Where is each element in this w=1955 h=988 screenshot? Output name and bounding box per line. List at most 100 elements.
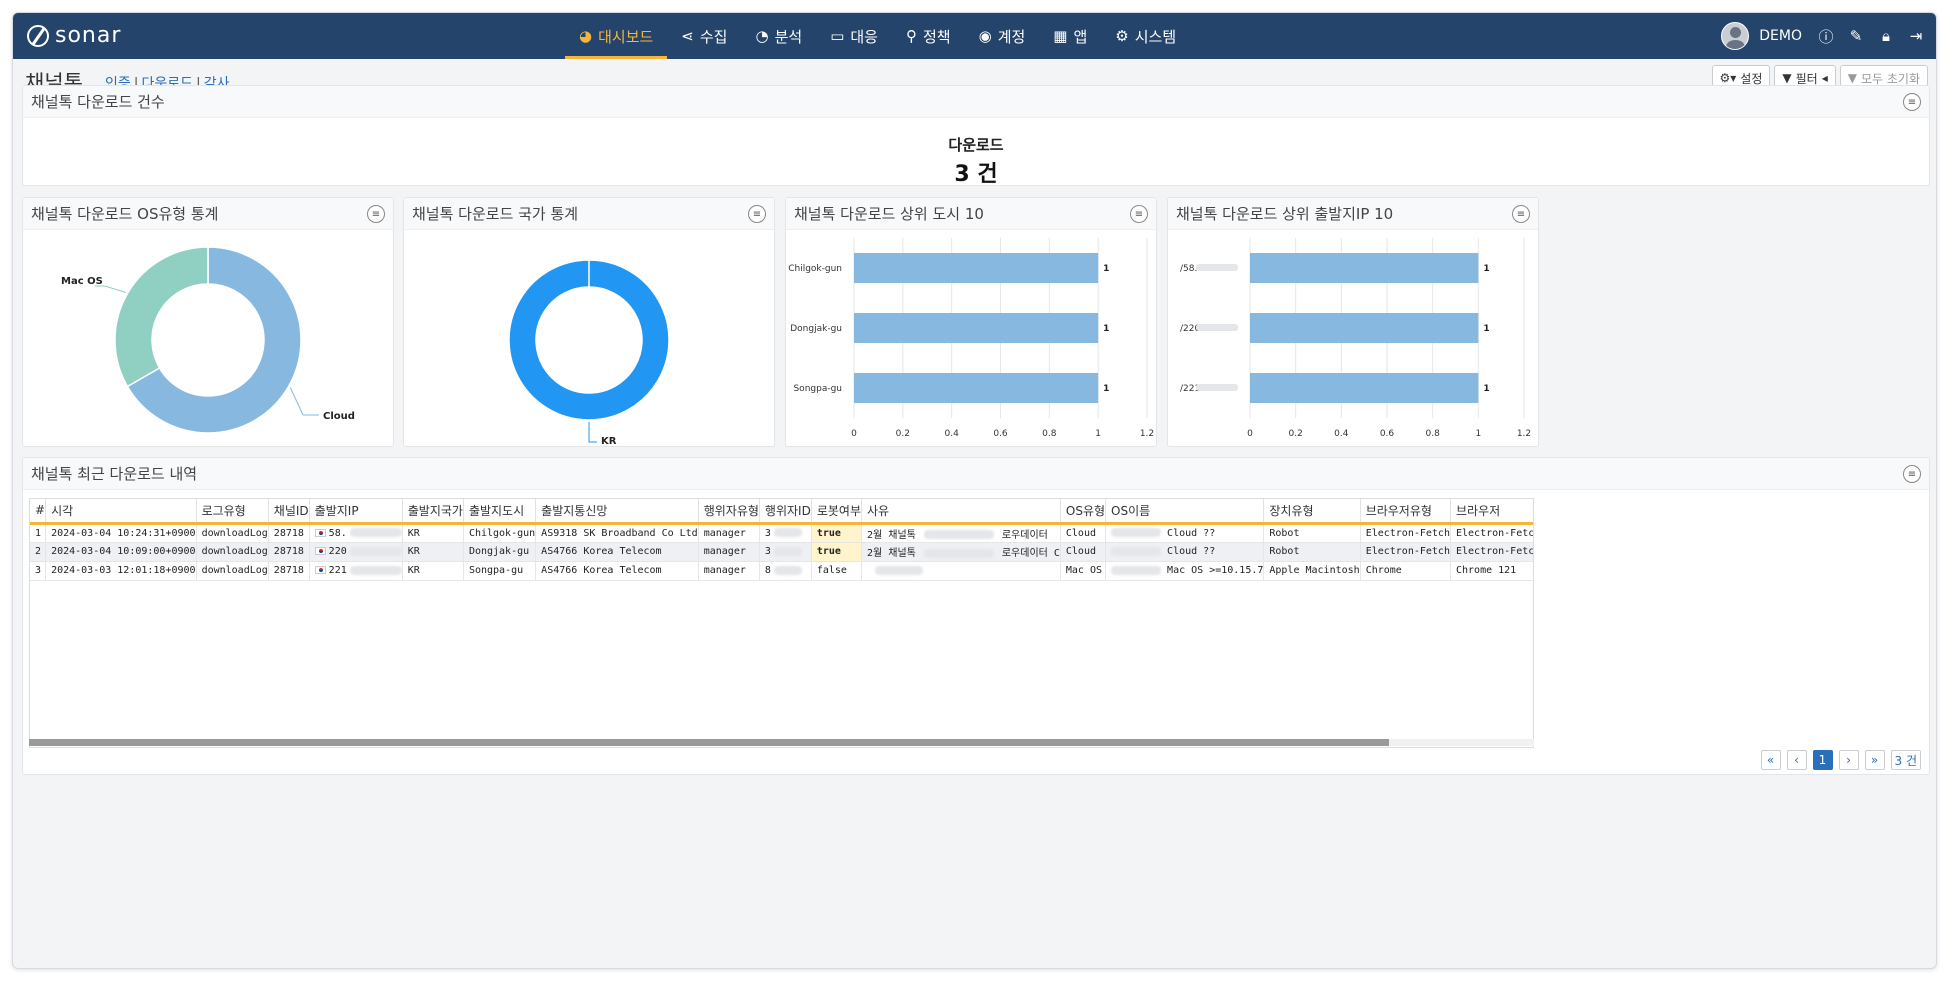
nav-item-4[interactable]: ⚲ 정책 xyxy=(892,13,965,59)
panel-header: 채널톡 다운로드 국가 통계 ≡ xyxy=(404,198,774,230)
recent-downloads-panel: 채널톡 최근 다운로드 내역 ≡ # 시각 로그유형 채널ID 출발지IP 출발지국가 출발… xyxy=(22,457,1930,775)
first-page-button[interactable]: « xyxy=(1760,750,1781,770)
pie-slice[interactable] xyxy=(114,246,209,388)
cell-text: KR xyxy=(407,546,420,557)
panel-title: 채널톡 다운로드 국가 통계 xyxy=(412,205,579,223)
download-count-value: 3 건 xyxy=(954,162,998,187)
next-page-button[interactable]: › xyxy=(1838,750,1859,770)
logout-icon[interactable]: ⇥ xyxy=(1906,26,1926,46)
bar[interactable] xyxy=(854,373,1099,403)
panel-menu-icon[interactable]: ≡ xyxy=(1903,465,1921,483)
nav-item-3[interactable]: ▭ 대응 xyxy=(816,13,892,59)
bar-value-label: 1 xyxy=(1483,264,1489,274)
slice-leader-line xyxy=(588,422,597,443)
column-header[interactable]: 브라우저 xyxy=(1450,499,1533,525)
column-header[interactable]: OS이름 xyxy=(1105,499,1265,525)
panel-menu-icon[interactable]: ≡ xyxy=(1903,93,1921,111)
table-row[interactable]: 3 2024-03-03 12:01:18+0900 downloadLog 2871… xyxy=(30,561,1533,581)
pie-slice[interactable] xyxy=(508,259,670,421)
table-cell: KR xyxy=(402,561,464,581)
column-header[interactable]: 로봇여부 xyxy=(811,499,863,525)
column-header[interactable]: 출발지IP xyxy=(309,499,403,525)
table-cell: 3 xyxy=(759,542,812,562)
table-cell: 2 xyxy=(30,542,47,562)
prev-page-button[interactable]: ‹ xyxy=(1786,750,1807,770)
cell-text: Cloud xyxy=(1065,546,1096,557)
x-tick-label: 0.6 xyxy=(1380,429,1395,439)
total-count: 3 건 xyxy=(1890,750,1921,770)
column-header[interactable]: 행위자ID xyxy=(759,499,812,525)
column-header[interactable]: 로그유형 xyxy=(196,499,269,525)
cell-text: true xyxy=(816,527,841,539)
recent-downloads-table-container[interactable]: # 시각 로그유형 채널ID 출발지IP 출발지국가 출발지도시 출발지통신망 행위자유형 행위자… xyxy=(29,498,1534,748)
scrollbar-thumb[interactable] xyxy=(29,739,1389,746)
current-page-button[interactable]: 1 xyxy=(1812,750,1833,770)
slice-label: Cloud xyxy=(323,411,355,422)
table-cell: 28718 xyxy=(268,561,310,581)
table-row[interactable]: 2 2024-03-04 10:09:00+0900 downloadLog 2871… xyxy=(30,542,1533,562)
korea-flag-icon xyxy=(314,566,326,574)
panel-header: 채널톡 다운로드 상위 도시 10 ≡ xyxy=(786,198,1156,230)
nav-item-5[interactable]: ◉ 계정 xyxy=(965,13,1040,59)
nav-item-label: 대응 xyxy=(850,27,878,46)
bar[interactable] xyxy=(1250,253,1479,283)
last-page-button[interactable]: » xyxy=(1864,750,1885,770)
table-cell: 2024-03-03 12:01:18+0900 xyxy=(45,561,197,581)
lock-icon[interactable]: 🔒︎ xyxy=(1876,26,1896,46)
panel-menu-icon[interactable]: ≡ xyxy=(1512,205,1530,223)
column-header[interactable]: 행위자유형 xyxy=(698,499,760,525)
top-city-panel: 채널톡 다운로드 상위 도시 10 ≡ 0 0.2 0.4 0.6 0.8 1 1.2 Chi… xyxy=(785,197,1157,447)
column-header[interactable]: OS유형 xyxy=(1060,499,1107,525)
cell-text: 58. xyxy=(328,527,347,539)
cell-text: manager xyxy=(703,527,746,539)
table-cell: AS4766 Korea Telecom xyxy=(535,561,699,581)
column-header[interactable]: 시각 xyxy=(45,499,197,525)
cell-text: 221 xyxy=(328,565,347,576)
filter-label: 필터 xyxy=(1795,71,1818,86)
nav-item-1[interactable]: ⋖ 수집 xyxy=(667,13,741,59)
panel-menu-icon[interactable]: ≡ xyxy=(1130,205,1148,223)
cell-text: downloadLog xyxy=(201,527,268,539)
nav-item-label: 앱 xyxy=(1073,27,1088,46)
column-header[interactable]: 출발지통신망 xyxy=(535,499,699,525)
cell-text: 로우데이터 xyxy=(1001,529,1048,541)
bar[interactable] xyxy=(854,253,1099,283)
nav-item-7[interactable]: ⚙ 시스템 xyxy=(1101,13,1190,59)
brand-logo[interactable]: sonar xyxy=(27,23,121,48)
table-cell: 2월 채널톡 로우데이터 xyxy=(861,523,1061,543)
nav-item-6[interactable]: ▦ 앱 xyxy=(1039,13,1101,59)
bar[interactable] xyxy=(1250,373,1479,403)
cell-text: Robot xyxy=(1269,546,1300,557)
info-icon[interactable]: ⓘ xyxy=(1816,26,1836,46)
nav-item-2[interactable]: ◔ 분석 xyxy=(741,13,816,59)
table-cell: Electron-Fetch xyxy=(1360,523,1451,543)
user-name[interactable]: DEMO xyxy=(1759,28,1802,44)
cell-text: Cloud xyxy=(1065,527,1096,539)
bar-value-label: 1 xyxy=(1483,324,1489,334)
nav-item-0[interactable]: ◕ 대시보드 xyxy=(565,13,668,59)
column-header[interactable]: 브라우저유형 xyxy=(1360,499,1451,525)
panel-menu-icon[interactable]: ≡ xyxy=(748,205,766,223)
x-tick-label: 0.8 xyxy=(1042,429,1057,439)
horizontal-scrollbar[interactable] xyxy=(29,739,1534,746)
bar[interactable] xyxy=(1250,313,1479,343)
cell-text: Apple Macintosh xyxy=(1269,565,1360,576)
avatar[interactable] xyxy=(1721,22,1750,50)
dashboard-icon: ◕ xyxy=(579,27,593,45)
pie-chart-icon: ◔ xyxy=(755,27,769,45)
column-header[interactable]: 장치유형 xyxy=(1263,499,1361,525)
table-cell: false xyxy=(811,561,863,581)
column-header[interactable]: # xyxy=(30,499,47,525)
column-header[interactable]: 출발지국가 xyxy=(402,499,464,525)
cell-text: 28718 xyxy=(273,527,304,539)
column-header[interactable]: 사유 xyxy=(861,499,1061,525)
ticket-icon[interactable]: ✎ xyxy=(1846,26,1866,46)
table-cell: downloadLog xyxy=(196,523,269,543)
column-header[interactable]: 채널ID xyxy=(268,499,310,525)
bar[interactable] xyxy=(854,313,1099,343)
cell-text: Mac OS xyxy=(1065,565,1103,576)
column-header[interactable]: 출발지도시 xyxy=(463,499,537,525)
panel-menu-icon[interactable]: ≡ xyxy=(367,205,385,223)
redacted-value xyxy=(875,565,923,575)
table-row[interactable]: 1 2024-03-04 10:24:31+0900 downloadLog 2871… xyxy=(30,523,1533,543)
